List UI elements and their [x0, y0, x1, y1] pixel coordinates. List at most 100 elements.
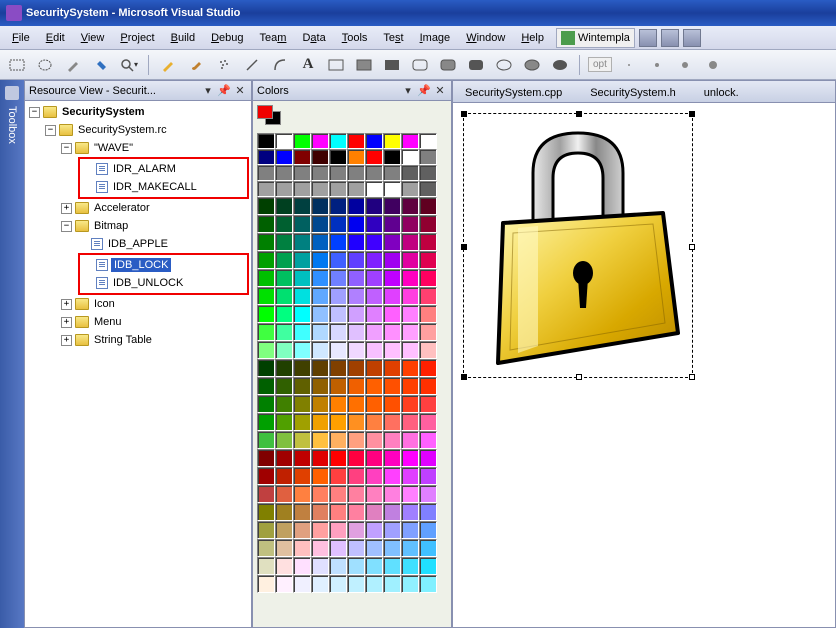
color-swatch[interactable]: [329, 377, 347, 395]
color-swatch[interactable]: [419, 197, 437, 215]
color-swatch[interactable]: [293, 233, 311, 251]
color-swatch[interactable]: [401, 215, 419, 233]
color-swatch[interactable]: [365, 165, 383, 181]
color-swatch[interactable]: [383, 269, 401, 287]
tree-idb-unlock[interactable]: IDB_UNLOCK: [82, 274, 245, 292]
color-swatch[interactable]: [419, 181, 437, 197]
bucket-tool[interactable]: [90, 54, 112, 76]
color-swatch[interactable]: [275, 467, 293, 485]
color-swatch[interactable]: [365, 215, 383, 233]
color-swatch[interactable]: [419, 485, 437, 503]
color-swatch[interactable]: [383, 323, 401, 341]
color-swatch[interactable]: [347, 539, 365, 557]
rect-select-tool[interactable]: [6, 54, 28, 76]
expander-icon[interactable]: +: [61, 299, 72, 310]
resize-handle[interactable]: [576, 111, 582, 117]
color-swatch[interactable]: [365, 467, 383, 485]
color-swatch[interactable]: [365, 133, 383, 149]
color-swatch[interactable]: [383, 557, 401, 575]
close-icon[interactable]: ✕: [433, 84, 447, 98]
color-swatch[interactable]: [401, 197, 419, 215]
color-swatch[interactable]: [275, 503, 293, 521]
color-swatch[interactable]: [401, 557, 419, 575]
color-swatch[interactable]: [401, 503, 419, 521]
color-swatch[interactable]: [329, 133, 347, 149]
color-swatch[interactable]: [275, 557, 293, 575]
color-swatch[interactable]: [311, 149, 329, 165]
color-swatch[interactable]: [347, 149, 365, 165]
color-swatch[interactable]: [347, 269, 365, 287]
color-swatch[interactable]: [365, 377, 383, 395]
color-swatch[interactable]: [383, 377, 401, 395]
color-swatch[interactable]: [293, 359, 311, 377]
color-swatch[interactable]: [257, 215, 275, 233]
color-swatch[interactable]: [329, 165, 347, 181]
color-swatch[interactable]: [401, 251, 419, 269]
color-swatch[interactable]: [329, 233, 347, 251]
opt-label[interactable]: opt: [588, 57, 612, 72]
color-swatch[interactable]: [329, 341, 347, 359]
color-swatch[interactable]: [293, 557, 311, 575]
color-swatch[interactable]: [419, 133, 437, 149]
color-swatch[interactable]: [275, 521, 293, 539]
color-swatch[interactable]: [257, 521, 275, 539]
color-swatch[interactable]: [293, 287, 311, 305]
color-swatch[interactable]: [311, 133, 329, 149]
color-swatch[interactable]: [311, 323, 329, 341]
color-swatch[interactable]: [293, 521, 311, 539]
color-swatch[interactable]: [419, 395, 437, 413]
ellipse-filled-outline-tool[interactable]: [521, 54, 543, 76]
color-swatch[interactable]: [347, 467, 365, 485]
menu-project[interactable]: Project: [112, 29, 162, 47]
color-swatch[interactable]: [275, 449, 293, 467]
color-swatch[interactable]: [419, 269, 437, 287]
layout-icon-1[interactable]: [639, 29, 657, 47]
color-swatch[interactable]: [293, 181, 311, 197]
color-swatch[interactable]: [329, 485, 347, 503]
color-swatch[interactable]: [365, 449, 383, 467]
color-swatch[interactable]: [365, 305, 383, 323]
color-swatch[interactable]: [311, 395, 329, 413]
expander-icon[interactable]: −: [45, 125, 56, 136]
color-swatch[interactable]: [401, 485, 419, 503]
color-swatch[interactable]: [365, 269, 383, 287]
color-swatch[interactable]: [401, 341, 419, 359]
color-swatch[interactable]: [275, 269, 293, 287]
color-swatch[interactable]: [383, 197, 401, 215]
expander-icon[interactable]: +: [61, 317, 72, 328]
color-swatch[interactable]: [329, 449, 347, 467]
color-swatch[interactable]: [401, 575, 419, 593]
color-swatch[interactable]: [275, 395, 293, 413]
color-swatch[interactable]: [401, 133, 419, 149]
color-swatch[interactable]: [275, 575, 293, 593]
tree-root[interactable]: − SecuritySystem: [27, 103, 249, 121]
color-swatch[interactable]: [365, 323, 383, 341]
color-swatch[interactable]: [257, 359, 275, 377]
color-swatch[interactable]: [401, 269, 419, 287]
wintempla-button[interactable]: Wintempla: [556, 28, 635, 48]
color-swatch[interactable]: [311, 197, 329, 215]
color-swatch[interactable]: [275, 165, 293, 181]
color-swatch[interactable]: [311, 413, 329, 431]
color-swatch[interactable]: [383, 287, 401, 305]
color-swatch[interactable]: [347, 181, 365, 197]
color-swatch[interactable]: [365, 503, 383, 521]
color-swatch[interactable]: [257, 449, 275, 467]
color-swatch[interactable]: [329, 215, 347, 233]
color-swatch[interactable]: [383, 467, 401, 485]
color-swatch[interactable]: [383, 251, 401, 269]
color-swatch[interactable]: [419, 341, 437, 359]
color-swatch[interactable]: [347, 395, 365, 413]
color-swatch[interactable]: [365, 575, 383, 593]
tree-idb-apple[interactable]: IDB_APPLE: [27, 235, 249, 253]
menu-help[interactable]: Help: [513, 29, 552, 47]
tab-h[interactable]: SecuritySystem.h: [582, 84, 684, 102]
color-swatch[interactable]: [311, 503, 329, 521]
menu-build[interactable]: Build: [163, 29, 203, 47]
tree-wave[interactable]: − "WAVE": [27, 139, 249, 157]
color-swatch[interactable]: [401, 449, 419, 467]
color-swatch[interactable]: [383, 165, 401, 181]
color-swatch[interactable]: [419, 323, 437, 341]
color-swatch[interactable]: [365, 233, 383, 251]
color-swatch[interactable]: [347, 521, 365, 539]
